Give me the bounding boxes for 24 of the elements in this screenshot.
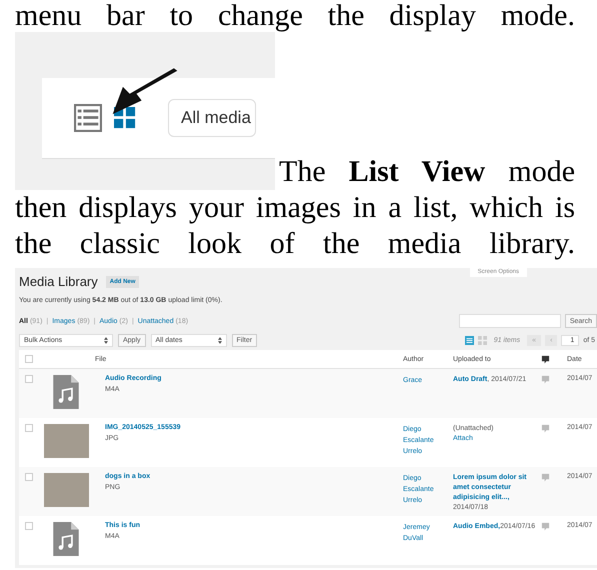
list-view-icon[interactable] xyxy=(74,104,102,132)
arrow-icon xyxy=(111,68,179,116)
photo-placeholder xyxy=(44,424,88,458)
dropdown-arrows-icon xyxy=(218,336,222,344)
list-view-icon[interactable] xyxy=(464,336,474,344)
page-title: Media Library xyxy=(19,274,98,289)
photo-placeholder xyxy=(44,473,88,507)
comment-count-icon xyxy=(541,424,550,433)
dropdown-arrows-icon xyxy=(104,336,108,344)
row-checkbox[interactable] xyxy=(25,522,33,530)
paragraph-line: menu bar to change the display mode. xyxy=(14,0,576,32)
comment-icon xyxy=(541,354,550,364)
audio-file-icon xyxy=(53,522,79,556)
comment-count-icon xyxy=(541,522,550,531)
comment-count-icon xyxy=(541,375,550,384)
paragraph: The List View mode then displays your images in a list, which is the classic look of the media library. xyxy=(15,155,576,260)
search-field[interactable] xyxy=(458,314,561,328)
select-all-checkbox[interactable] xyxy=(25,355,33,363)
row-checkbox[interactable] xyxy=(25,473,33,481)
comment-count-icon xyxy=(541,473,550,482)
audio-file-icon xyxy=(53,375,79,409)
row-checkbox[interactable] xyxy=(25,424,33,432)
row-checkbox[interactable] xyxy=(25,375,33,383)
media-type-select[interactable]: All media xyxy=(168,99,256,137)
